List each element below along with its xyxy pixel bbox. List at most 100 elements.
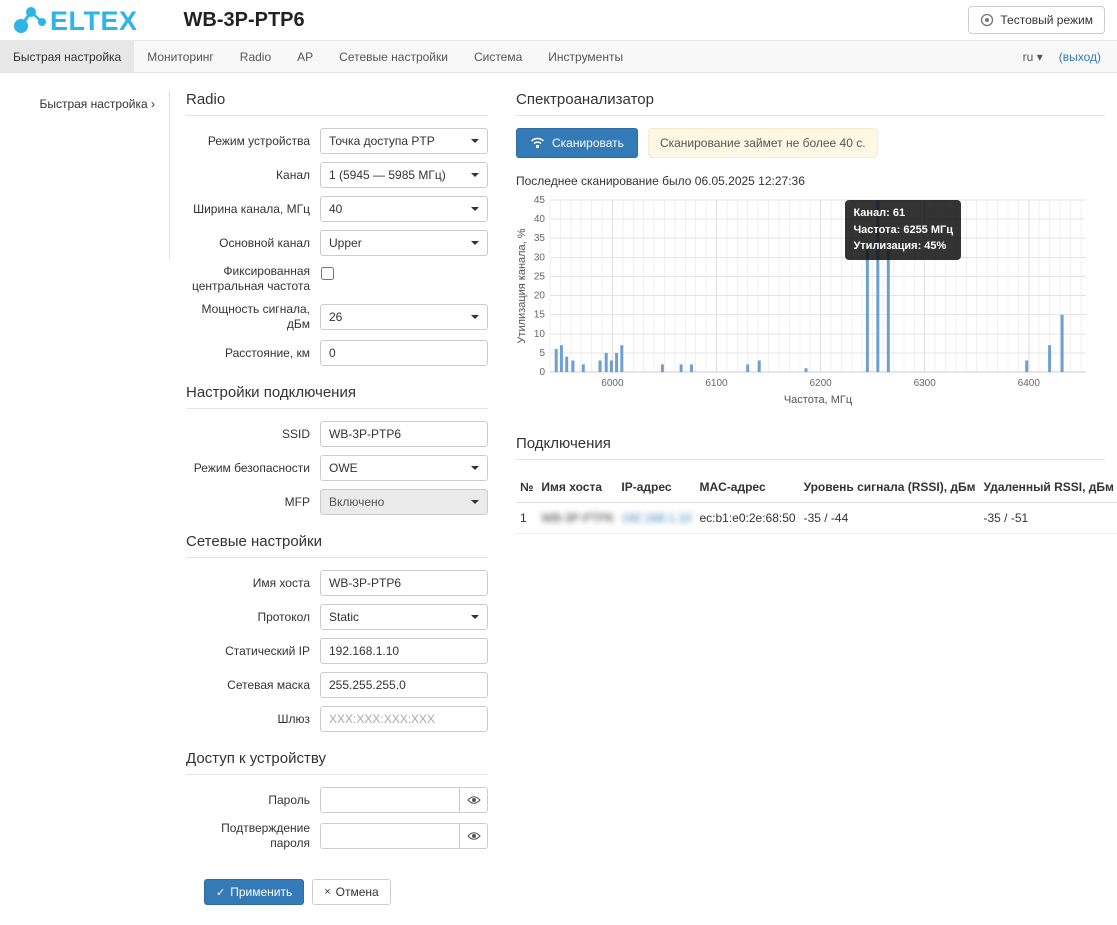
hostname-input[interactable]	[320, 570, 488, 596]
tab-network-settings[interactable]: Сетевые настройки	[326, 41, 461, 72]
svg-text:15: 15	[534, 310, 546, 321]
tab-ap[interactable]: AP	[284, 41, 326, 72]
security-mode-value: OWE	[329, 461, 358, 475]
col-ip: IP-адрес	[617, 472, 695, 503]
static-ip-label: Статический IP	[186, 644, 320, 659]
app-header: ELTEX WB-3P-PTP6 Тестовый режим	[0, 0, 1117, 40]
main-navbar: Быстрая настройка Мониторинг Radio AP Се…	[0, 40, 1117, 73]
cell-mac: ec:b1:e0:2e:68:50	[695, 503, 799, 534]
tx-power-label: Мощность сигнала, дБм	[186, 302, 320, 332]
device-mode-select[interactable]: Точка доступа PTP	[320, 128, 488, 154]
radio-section: Radio Режим устройства Точка доступа PTP…	[186, 91, 488, 366]
scan-button[interactable]: Сканировать	[516, 128, 638, 158]
chevron-down-icon	[471, 615, 479, 619]
test-mode-label: Тестовый режим	[1000, 13, 1093, 27]
password-confirm-visibility-toggle[interactable]	[460, 823, 488, 849]
password-confirm-label: Подтверждение пароля	[186, 821, 320, 851]
mfp-select: Включено	[320, 489, 488, 515]
mfp-value: Включено	[329, 495, 384, 509]
access-section: Доступ к устройству Пароль	[186, 750, 488, 851]
password-visibility-toggle[interactable]	[460, 787, 488, 813]
logo-text: ELTEX	[50, 8, 138, 35]
password-confirm-input[interactable]	[320, 823, 460, 849]
col-hostname: Имя хоста	[537, 472, 617, 503]
cancel-button[interactable]: × Отмена	[312, 879, 391, 905]
svg-text:6200: 6200	[809, 378, 832, 389]
device-mode-value: Точка доступа PTP	[329, 134, 435, 148]
fixed-frequency-checkbox[interactable]	[321, 267, 334, 280]
network-section-title: Сетевые настройки	[186, 533, 488, 558]
gateway-label: Шлюз	[186, 712, 320, 727]
channel-width-select[interactable]: 40	[320, 196, 488, 222]
tx-power-select[interactable]: 26	[320, 304, 488, 330]
cell-ip[interactable]: 192.168.1.10	[617, 503, 695, 534]
col-rssi: Уровень сигнала (RSSI), дБм	[800, 472, 980, 503]
svg-text:10: 10	[534, 329, 546, 340]
settings-form: Radio Режим устройства Точка доступа PTP…	[186, 91, 488, 905]
tab-quick-setup[interactable]: Быстрая настройка	[0, 41, 134, 72]
svg-text:20: 20	[534, 291, 546, 302]
col-remote-rssi: Удаленный RSSI, дБм	[980, 472, 1117, 503]
hostname-label: Имя хоста	[186, 576, 320, 591]
last-scan-text: Последнее сканирование было 06.05.2025 1…	[516, 174, 1105, 188]
svg-text:6100: 6100	[705, 378, 728, 389]
distance-input[interactable]	[320, 340, 488, 366]
svg-text:6300: 6300	[914, 378, 937, 389]
password-input[interactable]	[320, 787, 460, 813]
svg-text:6000: 6000	[601, 378, 624, 389]
static-ip-input[interactable]	[320, 638, 488, 664]
device-mode-label: Режим устройства	[186, 134, 320, 149]
logout-link[interactable]: (выход)	[1059, 50, 1101, 64]
test-mode-button[interactable]: Тестовый режим	[968, 6, 1105, 34]
eltex-molecule-icon	[12, 5, 48, 35]
apply-button[interactable]: ✓ Применить	[204, 879, 304, 905]
primary-channel-value: Upper	[329, 236, 362, 250]
connection-section: Настройки подключения SSID Режим безопас…	[186, 384, 488, 515]
connections-title: Подключения	[516, 435, 1105, 460]
cancel-label: Отмена	[336, 885, 379, 899]
chevron-down-icon	[471, 466, 479, 470]
svg-text:Утилизация канала, %: Утилизация канала, %	[516, 228, 528, 343]
svg-text:45: 45	[534, 195, 546, 206]
spectrum-panel: Спектроанализатор Сканировать Сканирован…	[516, 91, 1105, 905]
spectrum-chart[interactable]: 05101520253035404560006100620063006400Ча…	[516, 194, 1094, 409]
tab-radio[interactable]: Radio	[227, 41, 284, 72]
cell-rssi: -35 / -44	[800, 503, 980, 534]
fixed-frequency-label: Фиксированная центральная частота	[186, 264, 320, 294]
eye-icon	[467, 795, 481, 805]
channel-label: Канал	[186, 168, 320, 183]
channel-width-value: 40	[329, 202, 342, 216]
protocol-value: Static	[329, 610, 359, 624]
chevron-down-icon	[471, 241, 479, 245]
radio-section-title: Radio	[186, 91, 488, 116]
netmask-label: Сетевая маска	[186, 678, 320, 693]
mfp-label: MFP	[186, 495, 320, 510]
security-mode-select[interactable]: OWE	[320, 455, 488, 481]
eltex-logo: ELTEX	[12, 5, 138, 35]
sidebar-item-quick-setup[interactable]: Быстрая настройка ›	[39, 97, 155, 111]
tx-power-value: 26	[329, 310, 342, 324]
channel-width-label: Ширина канала, МГц	[186, 202, 320, 217]
apply-label: Применить	[230, 885, 292, 899]
language-dropdown[interactable]: ru ▾	[1023, 50, 1043, 64]
scan-note: Сканирование займет не более 40 с.	[648, 128, 878, 158]
col-num: №	[516, 472, 537, 503]
primary-channel-select[interactable]: Upper	[320, 230, 488, 256]
tab-system[interactable]: Система	[461, 41, 535, 72]
tab-tools[interactable]: Инструменты	[535, 41, 636, 72]
tab-monitoring[interactable]: Мониторинг	[134, 41, 227, 72]
protocol-select[interactable]: Static	[320, 604, 488, 630]
cell-hostname: WB-3P-PTP6	[537, 503, 617, 534]
scan-button-label: Сканировать	[552, 136, 624, 150]
chevron-down-icon	[471, 173, 479, 177]
ssid-input[interactable]	[320, 421, 488, 447]
caret-down-icon: ▾	[1037, 50, 1043, 64]
col-mac: MAC-адрес	[695, 472, 799, 503]
svg-text:30: 30	[534, 252, 546, 263]
netmask-input[interactable]	[320, 672, 488, 698]
network-section: Сетевые настройки Имя хоста Протокол Sta…	[186, 533, 488, 732]
sidebar: Быстрая настройка ›	[0, 91, 170, 259]
channel-select[interactable]: 1 (5945 — 5985 МГц)	[320, 162, 488, 188]
connection-section-title: Настройки подключения	[186, 384, 488, 409]
gateway-input[interactable]	[320, 706, 488, 732]
